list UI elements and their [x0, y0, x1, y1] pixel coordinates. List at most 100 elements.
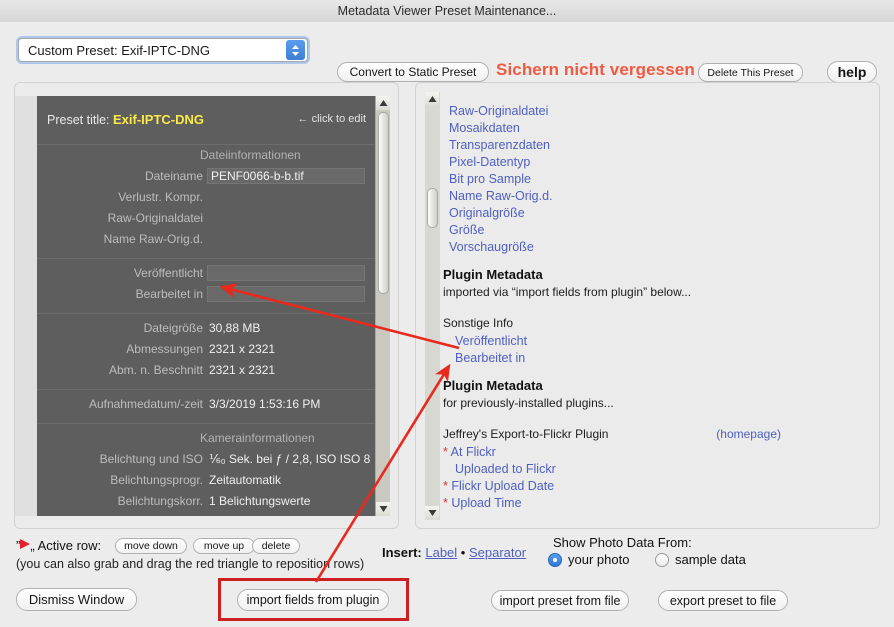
row-value-field[interactable] — [207, 286, 365, 302]
metadata-row[interactable]: Belichtungskorr. 1 Belichtungswerte — [37, 494, 375, 511]
annotation-highlight-box — [218, 578, 409, 621]
export-preset-to-file-button[interactable]: export preset to file — [658, 590, 788, 611]
preset-select[interactable]: Custom Preset: Exif-IPTC-DNG — [18, 38, 308, 62]
metadata-row[interactable]: Abmessungen 2321 x 2321 — [37, 342, 375, 359]
field-link[interactable]: Originalgröße — [449, 206, 525, 220]
metadata-row[interactable]: Veröffentlicht — [37, 265, 375, 283]
scroll-up-arrow-icon[interactable] — [425, 92, 439, 106]
left-scrollbar[interactable] — [375, 96, 390, 516]
move-up-button[interactable]: move up — [193, 538, 255, 554]
scroll-up-arrow-icon[interactable] — [376, 96, 390, 110]
field-link-label: Name Raw-Orig.d. — [449, 189, 553, 203]
delete-this-preset-button[interactable]: Delete This Preset — [698, 63, 803, 82]
metadata-row[interactable]: Raw-Originaldatei — [37, 211, 375, 228]
section-heading: Plugin Metadata — [443, 378, 543, 393]
radio-sample-data-label: sample data — [675, 552, 746, 567]
insert-line: Insert: Label • Separator — [382, 545, 526, 560]
row-separator — [37, 258, 375, 259]
radio-sample-data-icon[interactable] — [655, 552, 669, 567]
field-link[interactable]: Vorschaugröße — [449, 240, 534, 254]
row-label: Bearbeitet in — [135, 287, 203, 301]
import-preset-from-file-button[interactable]: import preset from file — [491, 590, 629, 611]
row-value-field[interactable]: PENF0066-b-b.tif — [207, 168, 365, 184]
section-text: Jeffrey's Export-to-Flickr Plugin — [443, 427, 609, 441]
field-link[interactable]: Uploaded to Flickr — [455, 462, 556, 476]
row-separator — [37, 313, 375, 314]
metadata-row[interactable]: Dateiname PENF0066-b-b.tif — [37, 168, 375, 186]
metadata-row[interactable]: Bearbeitet in — [37, 286, 375, 304]
row-value: 1 Belichtungswerte — [209, 494, 311, 508]
field-link[interactable]: * Flickr Upload Date — [443, 479, 554, 493]
field-link[interactable]: * Upload Time — [443, 496, 522, 510]
metadata-row[interactable]: Verlustr. Kompr. — [37, 190, 375, 207]
active-row-label: Active row: — [37, 538, 102, 553]
field-link[interactable]: * At Flickr — [443, 445, 496, 459]
move-down-button[interactable]: move down — [115, 538, 187, 554]
left-scrollbar-thumb[interactable] — [378, 112, 389, 294]
field-link[interactable]: Raw-Originaldatei — [449, 104, 548, 118]
insert-label-link[interactable]: Label — [425, 545, 457, 560]
metadata-row[interactable]: Aufnahmedatum/-zeit 3/3/2019 1:53:16 PM — [37, 397, 375, 414]
row-label: Verlustr. Kompr. — [118, 190, 203, 204]
section-text: imported via “import fields from plugin”… — [443, 285, 692, 299]
right-scrollbar[interactable] — [425, 92, 440, 520]
metadata-row[interactable]: Belichtungsprogr. Zeitautomatik — [37, 473, 375, 490]
field-link-label: Größe — [449, 223, 485, 237]
insert-label: Insert: — [382, 545, 422, 560]
field-link-label: Vorschaugröße — [449, 240, 534, 254]
field-link[interactable]: Bearbeitet in — [455, 351, 525, 365]
scroll-down-arrow-icon[interactable] — [425, 506, 439, 520]
field-link[interactable]: Größe — [449, 223, 484, 237]
field-link-label: Mosaikdaten — [449, 121, 520, 135]
field-link[interactable]: Transparenzdaten — [449, 138, 550, 152]
window-title: Metadata Viewer Preset Maintenance... — [337, 4, 557, 18]
row-label: Belichtung und ISO — [99, 452, 203, 466]
preset-select-value: Custom Preset: Exif-IPTC-DNG — [28, 42, 211, 58]
row-label: Veröffentlicht — [133, 266, 203, 280]
metadata-row[interactable]: Abm. n. Beschnitt 2321 x 2321 — [37, 363, 375, 380]
radio-your-photo[interactable]: your photo — [548, 552, 629, 567]
row-label: Raw-Originaldatei — [107, 211, 203, 225]
field-link[interactable]: Pixel-Datentyp — [449, 155, 530, 169]
row-separator — [37, 389, 375, 390]
help-button[interactable]: help — [827, 61, 877, 83]
convert-to-static-preset-button[interactable]: Convert to Static Preset — [337, 62, 489, 82]
scroll-down-arrow-icon[interactable] — [376, 502, 390, 516]
row-separator — [37, 423, 375, 424]
row-gutter[interactable] — [15, 96, 46, 516]
section-text: for previously-installed plugins... — [443, 396, 614, 410]
preset-title-header[interactable]: Preset title: Exif-IPTC-DNG ← click to e… — [37, 96, 375, 145]
field-link-label: Originalgröße — [449, 206, 525, 220]
available-fields-list: Raw-Originaldatei Mosaikdaten Transparenzd… — [443, 92, 873, 520]
field-link[interactable]: Veröffentlicht — [455, 334, 527, 348]
show-photo-data-from-label: Show Photo Data From: — [553, 535, 692, 550]
metadata-rows-list: Preset title: Exif-IPTC-DNG ← click to e… — [37, 96, 375, 516]
row-value: Zeitautomatik — [209, 473, 282, 487]
field-link-label: Flickr Upload Date — [451, 479, 555, 493]
window-titlebar: Metadata Viewer Preset Maintenance... — [0, 0, 894, 23]
homepage-link[interactable]: (homepage) — [716, 427, 781, 441]
row-value-field[interactable] — [207, 265, 365, 281]
stepper-updown-icon[interactable] — [286, 40, 305, 60]
field-link[interactable]: Mosaikdaten — [449, 121, 520, 135]
metadata-row[interactable]: Dateiinformationen — [37, 148, 375, 165]
radio-sample-data[interactable]: sample data — [655, 552, 746, 567]
metadata-row[interactable]: Name Raw-Orig.d. — [37, 232, 375, 249]
insert-dot: • — [460, 545, 466, 560]
field-link[interactable]: Name Raw-Orig.d. — [449, 189, 553, 203]
click-to-edit-hint: ← click to edit — [297, 113, 366, 125]
field-link[interactable]: Bit pro Sample — [449, 172, 531, 186]
right-scrollbar-thumb[interactable] — [427, 188, 438, 228]
delete-row-button[interactable]: delete — [252, 538, 300, 554]
metadata-row[interactable]: Kamerainformationen — [37, 431, 375, 448]
metadata-row[interactable]: Dateigröße 30,88 MB — [37, 321, 375, 338]
field-link-label: Bit pro Sample — [449, 172, 531, 186]
dismiss-window-button[interactable]: Dismiss Window — [16, 588, 137, 611]
row-label: Dateiname — [144, 169, 203, 183]
metadata-row[interactable]: Belichtung und ISO ⅙₀ Sek. bei ƒ / 2,8, I… — [37, 452, 375, 469]
save-warning-text: Sichern nicht vergessen — [496, 60, 695, 79]
reposition-hint: (you can also grab and drag the red tria… — [16, 557, 365, 571]
section-label: Kamerainformationen — [200, 431, 315, 445]
radio-your-photo-icon[interactable] — [548, 552, 562, 567]
insert-separator-link[interactable]: Separator — [469, 545, 526, 560]
